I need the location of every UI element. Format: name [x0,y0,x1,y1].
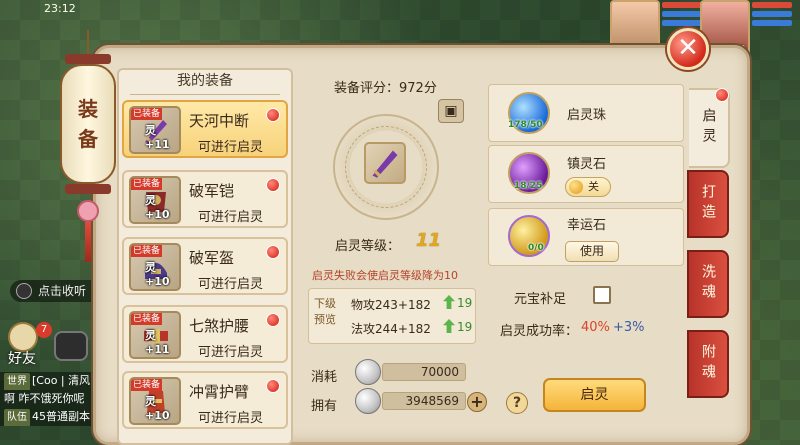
equipment-status: 可进行启灵 [198,210,264,225]
notification-dot [266,313,280,327]
equipment-icon: 已装备 灵+11 [129,106,181,154]
enhance-button[interactable]: 启灵 [543,378,646,412]
equipment-name: 冲霄护臂 [189,383,250,401]
party-member-bars [662,2,702,29]
ingot-fill-label: 元宝补足 [514,292,567,307]
use-button[interactable]: 使用 [565,241,619,262]
sword-icon [372,150,398,178]
cost-label: 消耗 [311,370,338,385]
close-button[interactable]: ✕ [667,28,709,70]
success-rate-value: 40% [581,320,610,335]
tab-wash-soul[interactable]: 洗魂 [687,250,729,318]
owned-value: 3948569 [382,392,466,410]
equipment-item[interactable]: 已装备 灵+10 破军铠 可进行启灵 [122,170,288,228]
enhance-level-label: 启灵等级： [335,239,401,254]
ingot-fill-checkbox[interactable] [593,286,611,304]
notification-dot [266,245,280,259]
voice-chat-label: 点击收听 [38,284,87,298]
material-name: 幸运石 [567,218,607,233]
cost-value: 70000 [382,363,466,381]
add-currency-button[interactable]: + [467,392,487,412]
tab-attach-soul[interactable]: 附魂 [687,330,729,398]
equipment-status: 可进行启灵 [198,140,264,155]
chat-bubble-icon[interactable] [54,331,88,361]
friend-badge: 7 [36,322,52,338]
equipment-icon: 已装备 灵+10 [129,243,181,291]
notification-dot [266,379,280,393]
stat-gain: 19 [457,320,473,334]
equipment-list-title: 我的装备 [117,70,293,95]
preview-label: 下级预览 [314,297,336,326]
equipment-icon: 已装备 灵+10 [129,176,181,224]
equipment-item[interactable]: 已装备 灵+10 冲霄护臂 可进行启灵 [122,371,288,429]
charm-icon [77,200,99,222]
equipment-item[interactable]: 已装备 灵+10 破军盔 可进行启灵 [122,237,288,295]
chat-line: 啊 咋不饿死你呢 [0,390,100,408]
equipment-item[interactable]: 已装备 灵+11 天河中断 可进行启灵 [122,100,288,158]
success-rate-bonus: +3% [613,320,645,335]
gamepad-icon[interactable]: ▣ [438,99,464,123]
voice-chat-button[interactable]: 点击收听 [10,280,102,302]
equipment-icon: 已装备 灵+10 [129,377,181,425]
silver-coin-icon [355,388,381,414]
material-count: 0/0 [528,243,544,253]
chat-line: 世界 [Coo | 清风] [0,372,100,390]
material-count: 18/25 [514,181,543,191]
tassel-icon [85,222,91,262]
stat-gain: 19 [457,296,473,310]
equipment-status: 可进行启灵 [198,345,264,360]
help-button[interactable]: ? [506,392,528,414]
equipment-item[interactable]: 已装备 灵+11 七煞护腰 可进行启灵 [122,305,288,363]
material-name: 启灵珠 [567,108,607,123]
equipment-name: 七煞护腰 [189,317,250,335]
lantern-title: 装 备 [60,64,116,184]
equipment-status: 可进行启灵 [198,277,264,292]
headphone-icon [16,283,32,299]
equipment-name: 天河中断 [189,112,250,130]
toggle-knob [569,180,583,194]
notification-dot [715,88,729,102]
success-rate-label: 启灵成功率： [500,324,579,339]
notification-dot [266,108,280,122]
silver-coin-icon [355,359,381,385]
material-name: 镇灵石 [567,157,607,172]
selected-equipment-slot[interactable] [364,142,406,184]
material-toggle[interactable]: 关 [565,177,611,197]
friends-label: 好友 [8,351,36,367]
equipment-status: 可进行启灵 [198,411,264,426]
lantern-decoration: 装 备 [60,30,116,262]
failure-warning: 启灵失败会使启灵等级降为10 [312,269,458,282]
clock: 23:12 [44,2,76,15]
equipment-name: 破军盔 [189,249,235,267]
equipment-score: 装备评分：972分 [334,81,437,96]
owned-label: 拥有 [311,399,338,414]
stat-magic-attack: 法攻244+182 [351,322,431,336]
equipment-name: 破军铠 [189,182,235,200]
enhance-level-value: 11 [416,230,442,251]
chat-line: 队伍 45普通副本 [0,408,100,426]
chat-feed[interactable]: 世界 [Coo | 清风] 啊 咋不饿死你呢 队伍 45普通副本 [0,372,100,426]
notification-dot [266,178,280,192]
equipment-icon: 已装备 灵+11 [129,311,181,359]
stat-physical-attack: 物攻243+182 [351,298,431,312]
material-count: 178/50 [508,120,543,130]
tab-forge[interactable]: 打造 [687,170,729,238]
player-bars [752,2,792,29]
